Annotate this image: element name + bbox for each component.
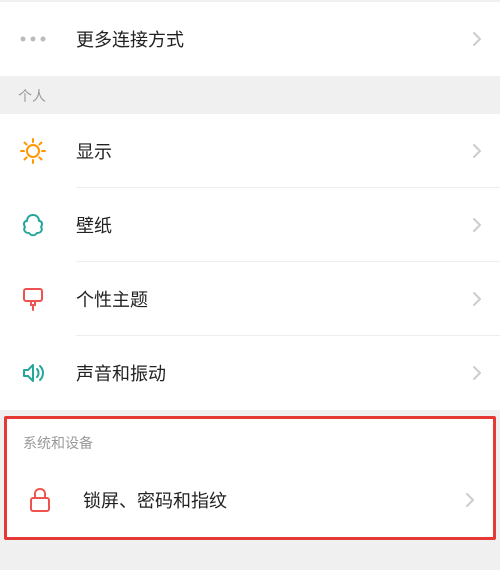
item-theme[interactable]: 个性主题	[0, 262, 500, 336]
highlight-box: 系统和设备 锁屏、密码和指纹	[4, 416, 496, 540]
section-header-system: 系统和设备	[7, 419, 493, 463]
dots-icon	[18, 36, 48, 42]
section-header-personal: 个人	[0, 76, 500, 114]
speaker-icon	[18, 359, 48, 387]
item-display[interactable]: 显示	[0, 114, 500, 188]
chevron-right-icon	[472, 365, 482, 381]
lock-icon	[25, 486, 55, 514]
group-system: 锁屏、密码和指纹	[7, 463, 493, 537]
item-label: 锁屏、密码和指纹	[83, 487, 465, 513]
chevron-right-icon	[472, 31, 482, 47]
group-top: 更多连接方式	[0, 2, 500, 76]
item-label: 个性主题	[76, 286, 472, 312]
group-personal: 显示 壁纸 个性主题	[0, 114, 500, 410]
chevron-right-icon	[472, 217, 482, 233]
chevron-right-icon	[465, 492, 475, 508]
chevron-right-icon	[472, 143, 482, 159]
item-label: 声音和振动	[76, 360, 472, 386]
item-more-connections[interactable]: 更多连接方式	[0, 2, 500, 76]
item-label: 显示	[76, 138, 472, 164]
sun-icon	[18, 137, 48, 165]
item-wallpaper[interactable]: 壁纸	[0, 188, 500, 262]
item-label: 壁纸	[76, 212, 472, 238]
flower-icon	[18, 211, 48, 239]
item-label: 更多连接方式	[76, 26, 472, 52]
item-sound[interactable]: 声音和振动	[0, 336, 500, 410]
item-lockscreen[interactable]: 锁屏、密码和指纹	[7, 463, 493, 537]
chevron-right-icon	[472, 291, 482, 307]
brush-icon	[18, 285, 48, 313]
